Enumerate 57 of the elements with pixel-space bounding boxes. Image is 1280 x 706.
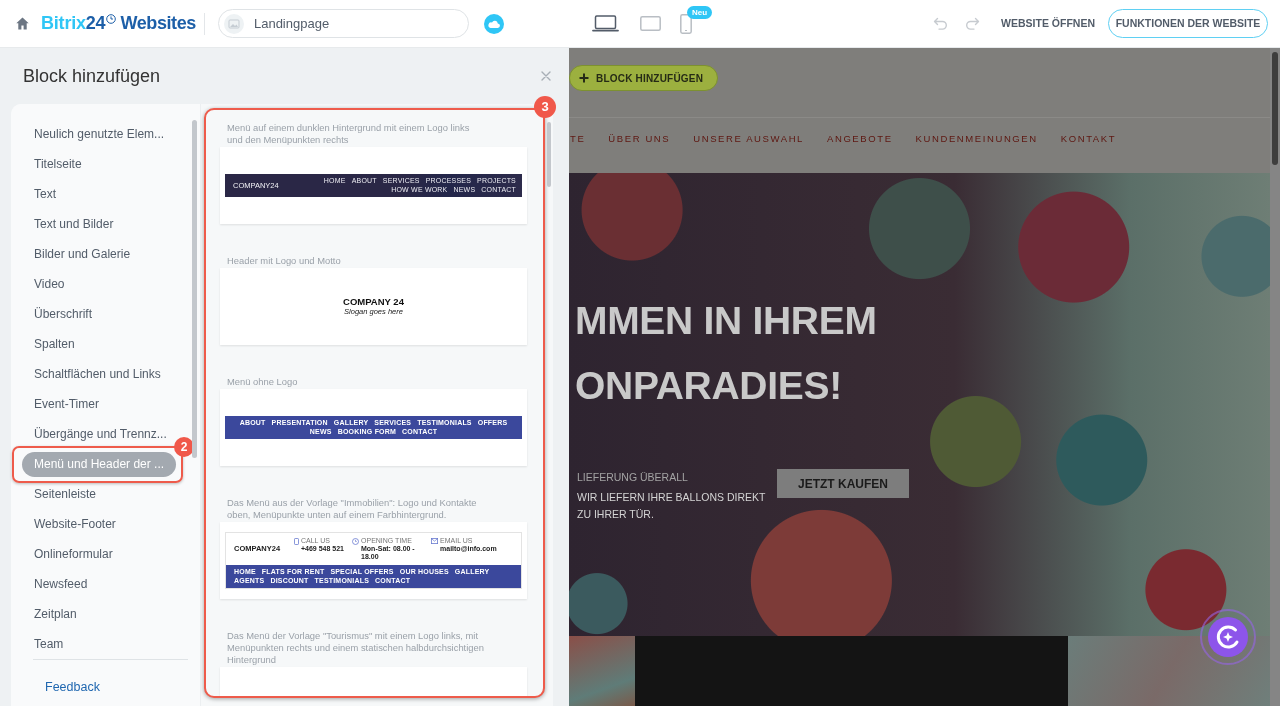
scrollbar-thumb[interactable] <box>192 120 197 458</box>
eyebrow-text: LIEFERUNG ÜBERALL <box>577 470 689 484</box>
category-item[interactable]: Titelseite <box>22 153 84 175</box>
open-website-link[interactable]: WEBSITE ÖFFNEN <box>1001 15 1095 32</box>
category-item[interactable]: Neulich genutzte Elem... <box>22 123 167 145</box>
logo-product-text: Websites <box>120 12 196 35</box>
cloud-icon[interactable] <box>483 13 504 34</box>
phone-icon[interactable] <box>679 13 692 34</box>
scrollbar-thumb[interactable] <box>1272 52 1278 165</box>
category-item[interactable]: Überschrift <box>22 303 94 325</box>
category-item[interactable]: Team <box>22 633 66 655</box>
hero-text: WIR LIEFERN IHRE BALLONS DIREKT ZU IHRER TÜR. <box>577 490 767 522</box>
category-item[interactable]: Onlineformular <box>22 543 115 565</box>
callout-badge: 3 <box>534 96 556 118</box>
scrollbar-thumb[interactable] <box>547 122 551 187</box>
headline-text: ONPARADIES! <box>575 363 843 409</box>
sparkle-ring-icon <box>1208 617 1248 657</box>
template-description: Header mit Logo und Motto <box>226 255 342 267</box>
logo-text: COMPANY 24 <box>343 296 404 307</box>
buy-button[interactable]: JETZT KAUFEN <box>777 469 909 498</box>
category-item[interactable]: Bilder und Galerie <box>22 243 133 265</box>
template-description: Menü auf einem dunklen Hintergrund mit einem Logo links und den Menüpunkten rechts <box>226 122 471 146</box>
site-functions-button[interactable]: FUNKTIONEN DER WEBSITE <box>1108 9 1268 38</box>
callout-badge: 2 <box>174 436 195 457</box>
template-description: Menü ohne Logo <box>226 376 299 388</box>
laptop-icon[interactable] <box>591 15 619 32</box>
new-badge: Neu <box>686 5 713 19</box>
category-item[interactable]: Schaltflächen und Links <box>22 363 163 385</box>
logo-text: Bitrix24 <box>41 12 106 35</box>
clock-icon <box>106 14 117 24</box>
category-item[interactable]: Newsfeed <box>22 573 90 595</box>
clock-icon <box>352 538 359 545</box>
category-item[interactable]: Seitenleiste <box>22 483 99 505</box>
category-item[interactable]: Website-Footer <box>22 513 118 535</box>
mail-icon <box>431 538 438 544</box>
phone-icon <box>294 538 299 545</box>
panel-title: Block hinzufügen <box>23 64 161 88</box>
category-item[interactable]: Spalten <box>22 333 77 355</box>
category-item[interactable]: Übergänge und Trennz... <box>22 423 169 445</box>
photo-placeholder <box>569 636 635 706</box>
image-icon <box>223 13 244 34</box>
template-description: Das Menü der Vorlage "Tourismus" mit einem Logo links, mit Menüpunkten rechts und einem statischen halbdurchsichtigen Hintergrund <box>226 630 485 666</box>
page-selector[interactable]: Landingpage <box>217 9 469 38</box>
category-item[interactable]: Text und Bilder <box>22 213 116 235</box>
category-item[interactable]: Zeitplan <box>22 603 79 625</box>
feedback-link[interactable]: Feedback <box>45 680 100 694</box>
template-description: Das Menü aus der Vorlage "Immobilien": Logo und Kontakte oben, Menüpunkte unten auf einem Farbhintergrund. <box>226 497 478 521</box>
add-block-button[interactable]: BLOCK HINZUFÜGEN <box>569 65 719 91</box>
category-item[interactable]: Video <box>22 273 67 295</box>
close-icon[interactable] <box>541 71 551 81</box>
tablet-icon[interactable] <box>639 16 661 31</box>
category-item[interactable]: Text <box>22 183 58 205</box>
plus-icon <box>579 73 589 83</box>
assistant-button[interactable] <box>1200 609 1256 665</box>
home-icon[interactable] <box>16 17 29 30</box>
headline-text: MMEN IN IHREM <box>575 298 878 344</box>
category-item[interactable]: Event-Timer <box>22 393 101 415</box>
